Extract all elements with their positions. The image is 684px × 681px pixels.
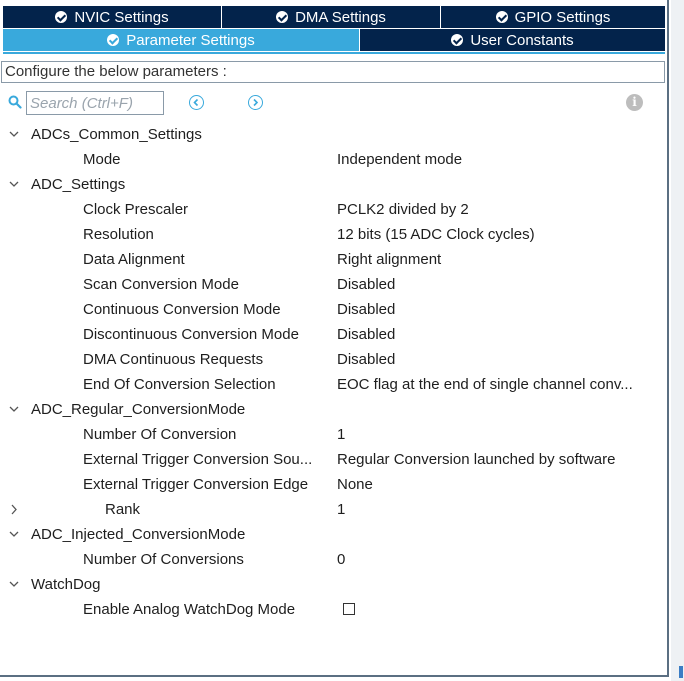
chevron-down-icon[interactable]: [8, 172, 20, 197]
tab-dma-settings[interactable]: DMA Settings: [222, 6, 441, 28]
search-icon[interactable]: [8, 95, 22, 109]
group-adc-injected-conversionmode[interactable]: ADC_Injected_ConversionMode: [0, 522, 668, 547]
param-row-external-trigger-conversion-edge[interactable]: External Trigger Conversion Edge None: [0, 472, 668, 497]
param-value[interactable]: Independent mode: [337, 147, 662, 172]
param-name: Mode: [83, 151, 121, 168]
param-value[interactable]: 0: [337, 547, 662, 572]
param-value[interactable]: Regular Conversion launched by software: [337, 447, 662, 472]
tab-nvic-settings[interactable]: NVIC Settings: [3, 6, 222, 28]
tab-label: NVIC Settings: [74, 8, 169, 26]
param-value[interactable]: Disabled: [337, 297, 662, 322]
tab-label: User Constants: [470, 31, 574, 49]
tab-parameter-settings[interactable]: Parameter Settings: [3, 29, 360, 51]
param-row-discontinuous-conversion-mode[interactable]: Discontinuous Conversion Mode Disabled: [0, 322, 668, 347]
param-value[interactable]: PCLK2 divided by 2: [337, 197, 662, 222]
group-label: ADCs_Common_Settings: [31, 126, 202, 143]
check-circle-icon: [55, 11, 68, 23]
check-circle-icon: [107, 34, 120, 46]
group-label: ADC_Settings: [31, 176, 126, 193]
param-name: External Trigger Conversion Edge: [83, 476, 309, 493]
chevron-right-icon: [253, 98, 259, 107]
next-result-button[interactable]: [248, 95, 263, 110]
chevron-down-icon[interactable]: [8, 522, 20, 547]
param-row-dma-continuous-requests[interactable]: DMA Continuous Requests Disabled: [0, 347, 668, 372]
param-name: Number Of Conversion: [83, 426, 237, 443]
param-row-resolution[interactable]: Resolution 12 bits (15 ADC Clock cycles): [0, 222, 668, 247]
check-circle-icon: [451, 34, 464, 46]
param-name: Rank: [105, 501, 141, 518]
group-label: ADC_Regular_ConversionMode: [31, 401, 246, 418]
param-row-enable-analog-watchdog-mode[interactable]: Enable Analog WatchDog Mode: [0, 597, 668, 622]
param-name: Scan Conversion Mode: [83, 276, 239, 293]
param-row-number-of-conversions[interactable]: Number Of Conversions 0: [0, 547, 668, 572]
param-value[interactable]: Disabled: [337, 347, 662, 372]
param-value[interactable]: None: [337, 472, 662, 497]
param-name: Resolution: [83, 226, 154, 243]
tab-row-1: NVIC Settings DMA Settings GPIO Settings: [3, 6, 665, 28]
param-value[interactable]: Disabled: [337, 322, 662, 347]
param-name: Discontinuous Conversion Mode: [83, 326, 299, 343]
tab-underline: [3, 52, 665, 54]
tab-row-2: Parameter Settings User Constants: [3, 29, 665, 51]
param-name: End Of Conversion Selection: [83, 376, 276, 393]
param-value[interactable]: EOC flag at the end of single channel co…: [337, 372, 662, 397]
param-value[interactable]: Disabled: [337, 272, 662, 297]
param-name: Number Of Conversions: [83, 551, 244, 568]
configure-label: Configure the below parameters :: [1, 61, 665, 83]
search-input[interactable]: [26, 91, 164, 115]
param-name: DMA Continuous Requests: [83, 351, 264, 368]
param-row-external-trigger-conversion-source[interactable]: External Trigger Conversion Sou... Regul…: [0, 447, 668, 472]
param-name: Data Alignment: [83, 251, 185, 268]
param-value[interactable]: 12 bits (15 ADC Clock cycles): [337, 222, 662, 247]
edge-marker: [679, 666, 683, 678]
param-value-checkbox-cell: [337, 597, 662, 622]
param-name: External Trigger Conversion Sou...: [83, 451, 313, 468]
group-label: ADC_Injected_ConversionMode: [31, 526, 246, 543]
param-name: Clock Prescaler: [83, 201, 189, 218]
chevron-right-icon[interactable]: [8, 497, 20, 522]
param-row-number-of-conversion[interactable]: Number Of Conversion 1: [0, 422, 668, 447]
tab-user-constants[interactable]: User Constants: [360, 29, 665, 51]
param-value[interactable]: 1: [337, 422, 662, 447]
param-row-continuous-conversion-mode[interactable]: Continuous Conversion Mode Disabled: [0, 297, 668, 322]
chevron-left-icon: [193, 98, 199, 107]
param-row-scan-conversion-mode[interactable]: Scan Conversion Mode Disabled: [0, 272, 668, 297]
info-icon[interactable]: i: [626, 94, 643, 111]
chevron-down-icon[interactable]: [8, 572, 20, 597]
param-row-mode[interactable]: Mode Independent mode: [0, 147, 668, 172]
right-edge-strip: [671, 0, 684, 681]
group-adc-settings[interactable]: ADC_Settings: [0, 172, 668, 197]
param-row-clock-prescaler[interactable]: Clock Prescaler PCLK2 divided by 2: [0, 197, 668, 222]
group-adc-regular-conversionmode[interactable]: ADC_Regular_ConversionMode: [0, 397, 668, 422]
previous-result-button[interactable]: [189, 95, 204, 110]
tab-label: GPIO Settings: [514, 8, 611, 26]
tab-label: Parameter Settings: [126, 31, 255, 49]
param-row-rank[interactable]: Rank 1: [0, 497, 668, 522]
param-name: Enable Analog WatchDog Mode: [83, 601, 296, 618]
check-circle-icon: [276, 11, 289, 23]
chevron-down-icon[interactable]: [8, 122, 20, 147]
tab-gpio-settings[interactable]: GPIO Settings: [441, 6, 665, 28]
chevron-down-icon[interactable]: [8, 397, 20, 422]
group-adcs-common-settings[interactable]: ADCs_Common_Settings: [0, 122, 668, 147]
param-value[interactable]: 1: [337, 497, 662, 522]
tab-label: DMA Settings: [295, 8, 386, 26]
param-row-data-alignment[interactable]: Data Alignment Right alignment: [0, 247, 668, 272]
param-name: Continuous Conversion Mode: [83, 301, 281, 318]
param-row-end-of-conversion-selection[interactable]: End Of Conversion Selection EOC flag at …: [0, 372, 668, 397]
group-label: WatchDog: [31, 576, 101, 593]
group-watchdog[interactable]: WatchDog: [0, 572, 668, 597]
check-circle-icon: [495, 11, 508, 23]
watchdog-checkbox[interactable]: [343, 602, 355, 615]
param-value[interactable]: Right alignment: [337, 247, 662, 272]
